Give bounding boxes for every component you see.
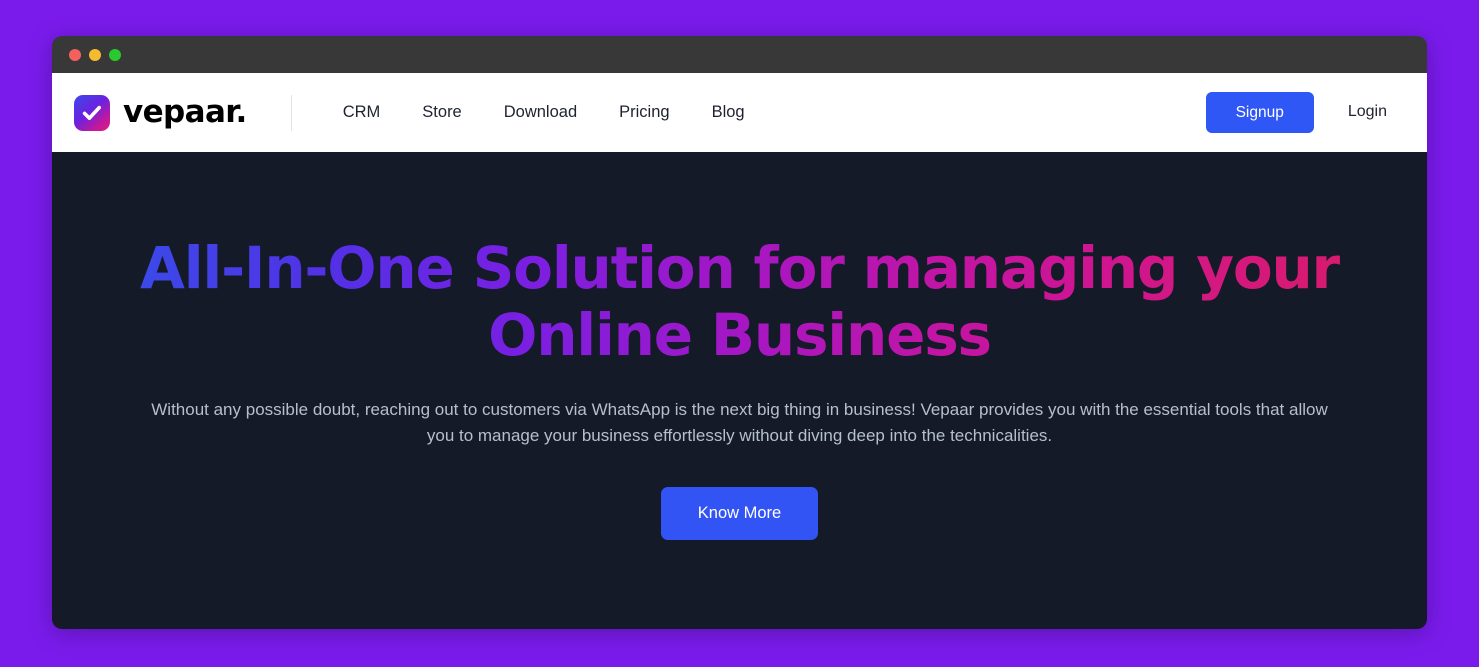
nav-item-store[interactable]: Store <box>401 95 482 130</box>
nav-item-blog[interactable]: Blog <box>691 95 766 130</box>
hero-section: All-In-One Solution for managing your On… <box>52 152 1427 629</box>
close-window-icon[interactable] <box>69 48 81 61</box>
know-more-button[interactable]: Know More <box>660 487 819 540</box>
hero-headline-line-1: All-In-One Solution for managing your <box>140 234 1339 303</box>
nav-item-crm[interactable]: CRM <box>322 95 402 130</box>
traffic-lights <box>69 48 121 61</box>
hero-subtitle: Without any possible doubt, reaching out… <box>151 399 1328 446</box>
browser-title-bar <box>52 36 1427 73</box>
hero-headline: All-In-One Solution for managing your On… <box>140 235 1340 368</box>
signup-button[interactable]: Signup <box>1205 91 1314 134</box>
brand-logo-link[interactable]: vepaar. <box>68 94 247 131</box>
site-header: vepaar. CRM Store Download Pricing Blog … <box>52 73 1427 152</box>
brand-wordmark: vepaar. <box>123 94 247 130</box>
header-actions: Signup Login <box>1205 91 1405 134</box>
header-divider <box>290 94 292 131</box>
login-link[interactable]: Login <box>1330 93 1405 131</box>
hero-headline-line-2: Online Business <box>488 301 991 370</box>
browser-window: vepaar. CRM Store Download Pricing Blog … <box>52 36 1427 629</box>
hero-content: All-In-One Solution for managing your On… <box>140 235 1340 540</box>
nav-item-download[interactable]: Download <box>483 95 598 130</box>
minimize-window-icon[interactable] <box>89 48 101 61</box>
maximize-window-icon[interactable] <box>109 48 121 61</box>
main-navigation: CRM Store Download Pricing Blog <box>322 95 766 130</box>
vepaar-check-icon <box>74 94 110 131</box>
nav-item-pricing[interactable]: Pricing <box>598 95 690 130</box>
